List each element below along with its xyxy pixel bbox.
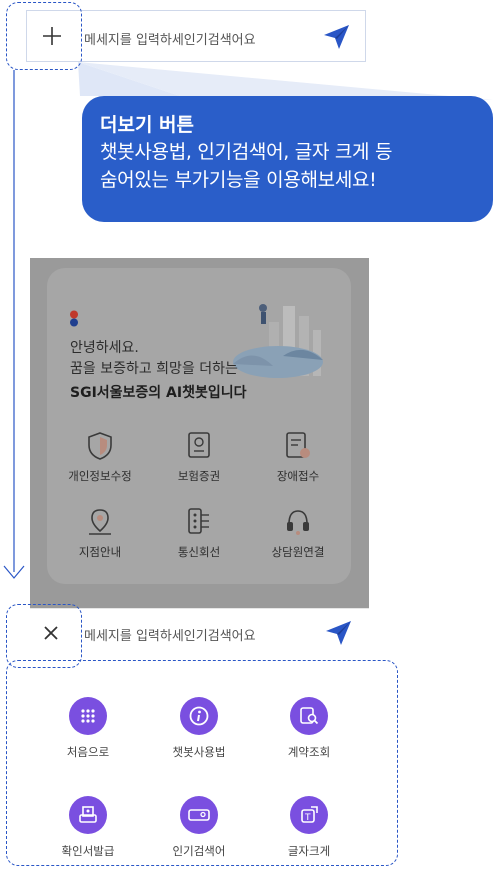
- sgi-logo-icon: [69, 310, 79, 332]
- message-input[interactable]: 메세지를 입력하세인기검색어요: [84, 29, 256, 48]
- message-input[interactable]: 메세지를 입력하세인기검색어요: [84, 625, 256, 644]
- network-icon: [151, 506, 247, 538]
- menu-label: 지점안내: [78, 545, 122, 559]
- report-icon: [250, 430, 346, 462]
- menu-label: 통신회선: [177, 545, 221, 559]
- callout-title: 더보기 버튼: [100, 114, 195, 136]
- menu-item-branch[interactable]: 지점안내: [52, 506, 148, 560]
- send-button[interactable]: [322, 24, 350, 50]
- greeting-line-3: SGI서울보증의 AI챗봇입니다: [70, 385, 247, 401]
- shield-icon: [52, 430, 148, 462]
- close-button-highlight: [6, 604, 82, 668]
- more-button-highlight: [6, 2, 82, 70]
- options-panel-highlight: [6, 660, 398, 866]
- callout-line-2: 숨어있는 부가기능을 이용해보세요!: [100, 169, 377, 191]
- tooltip-callout: 더보기 버튼 챗봇사용법, 인기검색어, 글자 크게 등 숨어있는 부가기능을 …: [82, 96, 493, 222]
- menu-label: 장애접수: [276, 469, 320, 483]
- greeting-line-1: 안녕하세요.: [70, 340, 139, 356]
- map-pin-icon: [52, 506, 148, 538]
- menu-item-profile[interactable]: 개인정보수정: [52, 430, 148, 484]
- menu-item-network[interactable]: 통신회선: [151, 506, 247, 560]
- send-button[interactable]: [324, 620, 352, 650]
- headset-icon: [250, 506, 346, 538]
- send-icon: [326, 621, 351, 645]
- callout-line-1: 챗봇사용법, 인기검색어, 글자 크게 등: [100, 141, 393, 163]
- menu-item-report[interactable]: 장애접수: [250, 430, 346, 484]
- menu-label: 개인정보수정: [68, 469, 132, 483]
- menu-label: 보험증권: [177, 469, 221, 483]
- divider: [30, 608, 369, 609]
- menu-label: 상담원연결: [271, 545, 325, 559]
- welcome-card: 안녕하세요. 꿈을 보증하고 희망을 더하는 SGI서울보증의 AI챗봇입니다 …: [47, 268, 351, 584]
- menu-item-agent[interactable]: 상담원연결: [250, 506, 346, 560]
- greeting-line-2: 꿈을 보증하고 희망을 더하는: [70, 361, 238, 377]
- certificate-icon: [151, 430, 247, 462]
- send-icon: [324, 25, 349, 49]
- menu-item-policy[interactable]: 보험증권: [151, 430, 247, 484]
